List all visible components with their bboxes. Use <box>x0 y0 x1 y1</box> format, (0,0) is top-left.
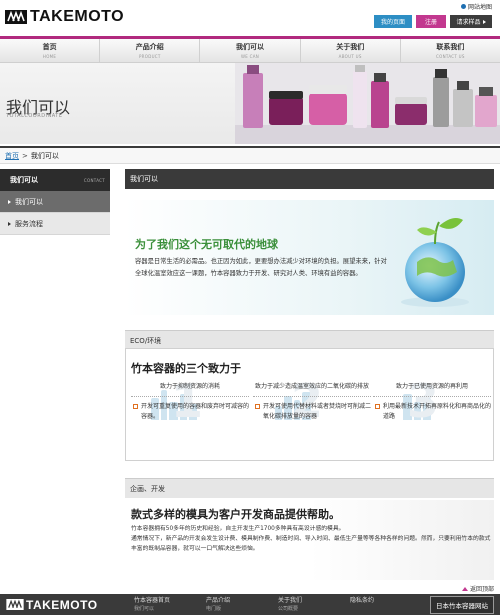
nav-item-home[interactable]: 首页 HOME <box>0 39 101 62</box>
cosmetic-containers-image <box>235 63 500 144</box>
sitemap-label: 网站地图 <box>467 4 492 11</box>
section-title: ECO/环境 <box>125 330 494 350</box>
nav-label: 关于我们 <box>336 43 365 51</box>
footer-links: 竹本容器首页 我们可以 产品介绍 电门版 关于我们 公司概要 隐私条约 <box>128 597 430 613</box>
mold-paragraph-2: 通常情况下，新产品的开发会发生设计费、模具制作费、制造时间、导入时间、最低生产量… <box>131 536 491 552</box>
footer-link-label: 关于我们 <box>278 596 303 604</box>
sitemap-link[interactable]: 网站地图 <box>460 2 492 11</box>
eco-column-text: 开发可重复使用的容器和废弃时可减容的容器。 <box>141 403 250 420</box>
intro-body: 容器是日常生活的必需品。也正因为如此，更要想办法减少对环境的负担。展望未来，针对… <box>135 258 387 277</box>
nav-sublabel: PRODUCT <box>138 54 161 59</box>
sidebar-item-label: 我们可以 <box>15 197 43 206</box>
nav-label: 产品介绍 <box>135 43 164 51</box>
eco-column-body: 开发可使用代替材料或者焚烧时可削减二氧化碳排放量的容器 <box>253 402 371 422</box>
breadcrumb-separator: > <box>22 151 28 160</box>
request-sample-button[interactable]: 请求样品 <box>450 15 492 28</box>
eco-column-body: 开发可重复使用的容器和废弃时可减容的容器。 <box>131 402 249 422</box>
footer-link-about[interactable]: 关于我们 公司概要 <box>272 597 344 613</box>
section-head-development: 企画、开发 <box>125 478 494 498</box>
back-to-top-label: 返回顶部 <box>469 586 494 593</box>
nav-item-about-us[interactable]: 关于我们 ABOUT US <box>301 39 401 62</box>
nav-sublabel: WE CAN <box>240 54 260 59</box>
breadcrumb-home-link[interactable]: 首页 <box>5 151 19 161</box>
section-title: 我们可以 <box>125 169 494 189</box>
arrow-up-icon <box>461 586 468 591</box>
page-banner: 我们可以 TOTALCOORDINATE <box>0 63 500 144</box>
earth-sprout-icon <box>401 218 469 307</box>
nav-item-contact-us[interactable]: 联系我们 CONTACT US <box>401 39 500 62</box>
eco-panel: 竹本容器的三个致力于 1 致力于抑制资源的消耗 开发可重复使用的容器和废弃时可减… <box>125 348 494 461</box>
eco-column-head: 致力于抑制资源的消耗 <box>131 379 249 397</box>
footer-link-product[interactable]: 产品介绍 电门版 <box>200 597 272 613</box>
my-page-button[interactable]: 我的页面 <box>374 15 412 28</box>
eco-column-1: 1 致力于抑制资源的消耗 开发可重复使用的容器和废弃时可减容的容器。 <box>131 374 249 428</box>
logo-mark-icon <box>6 599 24 610</box>
sidebar-item-service-flow[interactable]: 服务流程 <box>0 213 110 235</box>
site-footer: TAKEMOTO 竹本容器首页 我们可以 产品介绍 电门版 关于我们 公司概要 … <box>0 594 500 615</box>
sidebar: 我们可以 CONTACT 我们可以 服务流程 <box>0 169 110 235</box>
header-buttons: 我的页面 注册 请求样品 <box>374 15 492 28</box>
triangle-right-icon <box>8 221 11 226</box>
mold-body: 竹本容器拥有50多年的历史和经验，自主开发生产1700多种具有高设计感的模具。 … <box>131 524 493 554</box>
mold-paragraph-1: 竹本容器拥有50多年的历史和经验，自主开发生产1700多种具有高设计感的模具。 <box>131 526 345 532</box>
footer-link-label: 隐私条约 <box>350 596 375 604</box>
eco-column-3: 3 致力于已使用资源的再利用 利用最新技术开拓再原料化和再商品化的道路 <box>373 374 491 428</box>
sidebar-subtitle: CONTACT <box>83 177 105 183</box>
arrow-right-icon <box>482 19 486 24</box>
bullet-icon <box>255 404 260 409</box>
section-head-eco: ECO/环境 <box>125 330 494 350</box>
triangle-right-icon <box>8 199 11 204</box>
sidebar-item-we-can[interactable]: 我们可以 <box>0 191 110 213</box>
sidebar-item-label: 服务流程 <box>15 219 43 228</box>
footer-link-label: 竹本容器首页 <box>134 596 171 604</box>
sidebar-header: 我们可以 CONTACT <box>0 169 110 191</box>
mold-title: 款式多样的模具为客户开发商品提供帮助。 <box>131 508 340 521</box>
intro-title: 为了我们这个无可取代的地球 <box>135 238 278 251</box>
mold-panel: 款式多样的模具为客户开发商品提供帮助。 竹本容器拥有50多年的历史和经验，自主开… <box>125 500 494 580</box>
nav-sublabel: HOME <box>42 54 57 59</box>
japan-site-button[interactable]: 日本竹本容器网站 <box>430 595 494 614</box>
eco-column-head: 致力于已使用资源的再利用 <box>373 379 491 397</box>
footer-link-label: 产品介绍 <box>206 596 231 604</box>
footer-link-home[interactable]: 竹本容器首页 我们可以 <box>128 597 200 613</box>
footer-link-privacy[interactable]: 隐私条约 <box>344 597 416 613</box>
eco-column-head: 致力于减少造成温室效应的二氧化碳的排放 <box>253 379 371 397</box>
breadcrumb: 首页 > 我们可以 <box>0 146 500 164</box>
sidebar-title: 我们可以 <box>10 176 38 184</box>
nav-sublabel: ABOUT US <box>338 54 362 59</box>
nav-item-product[interactable]: 产品介绍 PRODUCT <box>100 39 201 62</box>
page-subtitle: TOTALCOORDINATE <box>6 113 63 119</box>
bullet-icon <box>133 404 138 409</box>
footer-link-sub: 电门版 <box>206 605 222 612</box>
nav-label: 联系我们 <box>436 43 465 51</box>
intro-panel: 为了我们这个无可取代的地球 容器是日常生活的必需品。也正因为如此，更要想办法减少… <box>125 200 494 315</box>
section-title: 企画、开发 <box>125 478 494 498</box>
nav-item-we-can[interactable]: 我们可以 WE CAN <box>200 39 301 62</box>
nav-label: 首页 <box>42 43 57 51</box>
sitemap-icon <box>460 4 466 9</box>
nav-sublabel: CONTACT US <box>436 54 465 59</box>
site-header: TAKEMOTO 网站地图 我的页面 注册 请求样品 <box>0 0 500 36</box>
breadcrumb-current: 我们可以 <box>30 151 59 160</box>
footer-logo[interactable]: TAKEMOTO <box>0 598 128 612</box>
brand-name: TAKEMOTO <box>30 8 125 25</box>
register-button[interactable]: 注册 <box>416 15 446 28</box>
logo-mark-icon <box>5 10 27 24</box>
takemoto-logo[interactable]: TAKEMOTO <box>5 8 125 25</box>
back-to-top-link[interactable]: 返回顶部 <box>461 584 494 593</box>
bullet-icon <box>375 404 380 409</box>
nav-label: 我们可以 <box>236 43 264 51</box>
footer-link-sub: 公司概要 <box>278 605 299 612</box>
request-sample-label: 请求样品 <box>456 19 481 26</box>
footer-brand: TAKEMOTO <box>26 597 98 612</box>
section-head-we-can: 我们可以 <box>125 169 494 189</box>
eco-column-body: 利用最新技术开拓再原料化和再商品化的道路 <box>373 402 491 422</box>
main-nav: 首页 HOME 产品介绍 PRODUCT 我们可以 WE CAN 关于我们 AB… <box>0 36 500 63</box>
footer-link-sub: 我们可以 <box>134 605 155 612</box>
eco-column-text: 利用最新技术开拓再原料化和再商品化的道路 <box>383 403 492 420</box>
eco-column-2: 2 致力于减少造成温室效应的二氧化碳的排放 开发可使用代替材料或者焚烧时可削减二… <box>253 374 371 428</box>
eco-column-text: 开发可使用代替材料或者焚烧时可削减二氧化碳排放量的容器 <box>263 403 372 420</box>
